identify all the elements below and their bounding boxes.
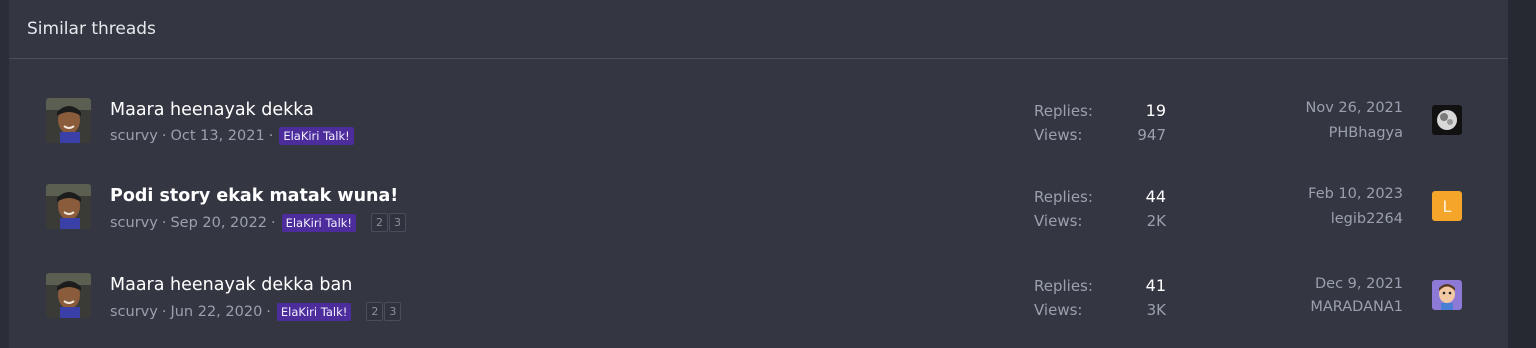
replies-count: 44 [1145, 187, 1166, 206]
thread-title-link[interactable]: Podi story ekak matak wuna! [110, 186, 398, 206]
last-post-date[interactable]: Dec 9, 2021 [1315, 276, 1403, 292]
thread-prefix-badge[interactable]: ElaKiri Talk! [281, 213, 357, 232]
author-avatar[interactable] [46, 98, 91, 143]
thread-date[interactable]: Oct 13, 2021 [170, 128, 264, 144]
meta-separator: · [268, 128, 274, 144]
thread-prefix-badge[interactable]: ElaKiri Talk! [276, 302, 352, 321]
page-gutter [1508, 0, 1536, 348]
thread-meta: scurvy · Jun 22, 2020 · ElaKiri Talk! 2 … [110, 302, 402, 321]
thread-author[interactable]: scurvy [110, 128, 158, 144]
last-poster-name[interactable]: MARADANA1 [1310, 299, 1403, 315]
thread-date[interactable]: Sep 20, 2022 [170, 215, 267, 231]
thread-title-link[interactable]: Maara heenayak dekka ban [110, 275, 352, 295]
views-label: Views: [1034, 301, 1083, 319]
thread-meta: scurvy · Sep 20, 2022 · ElaKiri Talk! 2 … [110, 213, 407, 232]
meta-separator: · [266, 303, 271, 320]
meta-separator: · [161, 128, 167, 144]
meta-separator: · [270, 214, 276, 231]
page-jump-links: 2 3 [371, 213, 407, 232]
thread-row: Maara heenayak dekka scurvy · Oct 13, 20… [9, 59, 1508, 145]
thread-row: Podi story ekak matak wuna! scurvy · Sep… [9, 145, 1508, 232]
avatar-letter: L [1442, 196, 1452, 216]
thread-author[interactable]: scurvy [110, 215, 158, 231]
replies-count: 19 [1145, 101, 1166, 120]
meta-separator: · [161, 303, 167, 320]
replies-label: Replies: [1034, 188, 1093, 206]
author-avatar[interactable] [46, 273, 91, 318]
thread-title-link[interactable]: Maara heenayak dekka [110, 100, 314, 120]
views-count: 2K [1146, 212, 1166, 230]
views-label: Views: [1034, 212, 1083, 230]
thread-prefix-badge[interactable]: ElaKiri Talk! [279, 127, 354, 145]
thread-row: Maara heenayak dekka ban scurvy · Jun 22… [9, 231, 1508, 321]
block-title: Similar threads [27, 19, 156, 39]
last-post-date[interactable]: Nov 26, 2021 [1306, 100, 1403, 116]
views-count: 3K [1146, 301, 1166, 319]
thread-date[interactable]: Jun 22, 2020 [170, 304, 262, 320]
replies-label: Replies: [1034, 102, 1093, 120]
author-avatar[interactable] [46, 184, 91, 229]
meta-separator: · [161, 214, 167, 231]
page-link[interactable]: 3 [384, 302, 402, 321]
replies-label: Replies: [1034, 277, 1093, 295]
page-jump-links: 2 3 [366, 302, 402, 321]
page-link[interactable]: 2 [366, 302, 384, 321]
last-poster-avatar[interactable] [1432, 105, 1462, 135]
last-poster-name[interactable]: PHBhagya [1329, 125, 1403, 141]
block-header: Similar threads [9, 0, 1508, 59]
replies-count: 41 [1145, 276, 1166, 295]
thread-author[interactable]: scurvy [110, 304, 158, 320]
last-post-date[interactable]: Feb 10, 2023 [1308, 186, 1403, 202]
similar-threads-block: Similar threads Maara heenayak dekka scu… [9, 0, 1508, 348]
last-poster-avatar[interactable] [1432, 280, 1462, 310]
last-poster-avatar[interactable]: L [1432, 191, 1462, 221]
views-label: Views: [1034, 126, 1083, 144]
page-link[interactable]: 2 [371, 213, 389, 232]
page-link[interactable]: 3 [389, 213, 407, 232]
views-count: 947 [1137, 126, 1166, 144]
last-poster-name[interactable]: legib2264 [1331, 211, 1403, 227]
thread-meta: scurvy · Oct 13, 2021 · ElaKiri Talk! [110, 127, 354, 145]
